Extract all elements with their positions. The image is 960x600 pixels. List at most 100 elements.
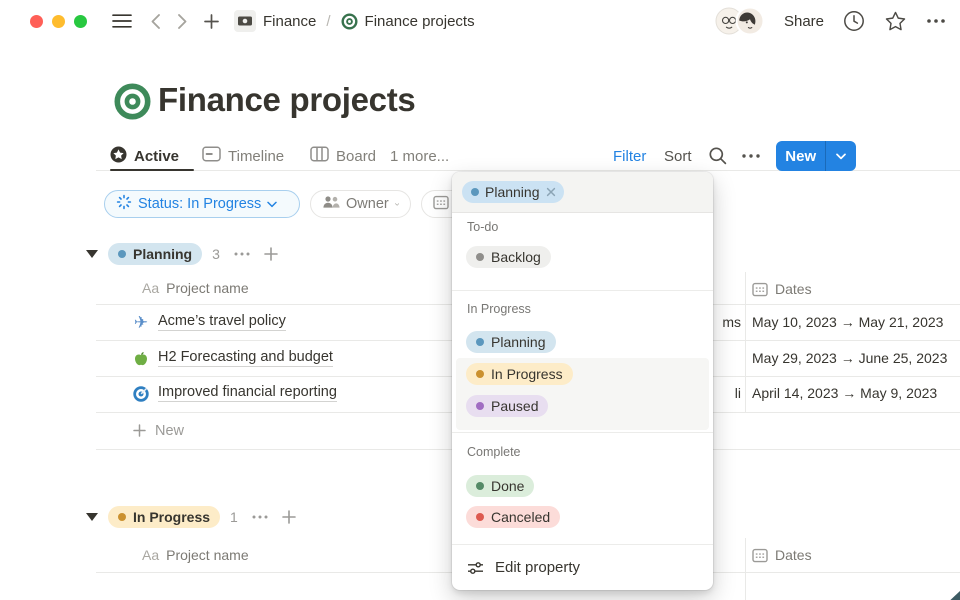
sidebar-toggle-icon[interactable] [112, 13, 132, 29]
group-add-icon[interactable] [282, 510, 296, 524]
remove-chip-icon[interactable] [546, 187, 556, 197]
option-canceled[interactable]: Canceled [466, 506, 560, 528]
tab-label: 1 more... [390, 148, 449, 165]
column-header-name[interactable]: Project name [166, 280, 248, 296]
section-label-todo: To-do [467, 220, 498, 234]
search-icon[interactable] [708, 141, 728, 171]
tab-label: Active [134, 148, 179, 165]
more-options-icon[interactable] [926, 18, 946, 24]
status-filter-label: Status: In Progress [138, 196, 261, 212]
tab-timeline-view[interactable]: Timeline [202, 141, 284, 171]
new-button-dropdown[interactable] [825, 141, 856, 171]
selected-status-chip[interactable]: Planning [462, 181, 564, 203]
group-status-tag[interactable]: In Progress [108, 506, 220, 528]
dates-cell[interactable]: May 29, 2023 → June 25, 2023 [752, 350, 947, 366]
group-count: 1 [230, 509, 238, 525]
option-done[interactable]: Done [466, 475, 534, 497]
sliders-icon [467, 561, 484, 575]
group-status-tag[interactable]: Planning [108, 243, 202, 265]
calendar-icon [752, 548, 768, 563]
green-apple-icon [132, 350, 150, 368]
collaborator-avatars[interactable] [715, 7, 765, 35]
active-tab-underline [110, 169, 194, 171]
owner-filter-label: Owner [346, 196, 389, 212]
menu-divider [452, 432, 713, 433]
window-close-button[interactable] [30, 15, 43, 28]
project-name-link[interactable]: Acme’s travel policy [158, 313, 286, 331]
edit-property-label: Edit property [495, 559, 580, 576]
breadcrumb-separator: / [326, 13, 330, 30]
target-icon [132, 385, 150, 403]
tab-board-view[interactable]: Board [310, 141, 376, 171]
new-button[interactable]: New [776, 141, 825, 171]
status-dot [118, 513, 126, 521]
corner-illustration [948, 591, 960, 600]
collapse-triangle-icon[interactable] [86, 513, 98, 521]
status-filter-pill[interactable]: Status: In Progress [104, 190, 300, 218]
topbar: Finance / Finance projects Share [0, 0, 960, 42]
option-paused[interactable]: Paused [466, 395, 548, 417]
status-dot [476, 482, 484, 490]
group-more-icon[interactable] [252, 515, 268, 519]
sort-button[interactable]: Sort [664, 141, 692, 171]
chevron-down-icon [395, 201, 399, 208]
column-header-dates[interactable]: Dates [752, 547, 812, 563]
window-zoom-button[interactable] [74, 15, 87, 28]
breadcrumb-current[interactable]: Finance projects [365, 13, 475, 30]
page-title-icon[interactable] [114, 83, 151, 125]
calendar-icon [752, 282, 768, 297]
status-dot [471, 188, 479, 196]
section-label-complete: Complete [467, 445, 521, 459]
filter-button[interactable]: Filter [613, 141, 646, 171]
app-window: Finance / Finance projects Share [0, 0, 960, 600]
board-icon [310, 146, 329, 166]
option-backlog[interactable]: Backlog [466, 246, 551, 268]
favorite-star-icon[interactable] [884, 10, 907, 32]
window-minimize-button[interactable] [52, 15, 65, 28]
column-divider [745, 538, 746, 600]
status-burst-icon [116, 194, 132, 214]
updates-clock-icon[interactable] [843, 10, 865, 32]
page-title: Finance projects [158, 81, 415, 119]
timeline-icon [202, 146, 221, 166]
collapse-triangle-icon[interactable] [86, 250, 98, 258]
column-header-dates[interactable]: Dates [752, 281, 812, 297]
status-dot [476, 338, 484, 346]
nav-forward-icon[interactable] [177, 13, 188, 30]
tab-more-views[interactable]: 1 more... [390, 141, 449, 171]
star-circle-icon [110, 146, 127, 167]
status-dot [476, 253, 484, 261]
tab-active-view[interactable]: Active [110, 141, 179, 171]
chevron-down-icon [267, 201, 277, 208]
option-in-progress[interactable]: In Progress [466, 363, 573, 385]
calendar-icon [433, 195, 449, 214]
share-button[interactable]: Share [784, 13, 824, 30]
nav-back-icon[interactable] [150, 13, 161, 30]
group-header-planning: Planning 3 [86, 240, 278, 268]
project-name-link[interactable]: Improved financial reporting [158, 384, 337, 402]
new-row-label: New [155, 423, 184, 439]
dates-cell[interactable]: April 14, 2023 → May 9, 2023 [752, 385, 937, 401]
view-options-icon[interactable] [741, 141, 761, 171]
dates-cell[interactable]: May 10, 2023 → May 21, 2023 [752, 314, 943, 330]
section-label-in-progress: In Progress [467, 302, 531, 316]
group-count: 3 [212, 246, 220, 262]
new-page-icon[interactable] [204, 14, 219, 29]
owner-filter-pill[interactable]: Owner [310, 190, 411, 218]
status-dot [118, 250, 126, 258]
group-more-icon[interactable] [234, 252, 250, 256]
tab-label: Timeline [228, 148, 284, 165]
edit-property-button[interactable]: Edit property [452, 545, 713, 590]
project-name-link[interactable]: H2 Forecasting and budget [158, 349, 333, 367]
group-add-icon[interactable] [264, 247, 278, 261]
column-header-name[interactable]: Project name [166, 547, 248, 563]
column-divider [745, 272, 746, 412]
bullseye-icon [341, 13, 358, 30]
option-planning[interactable]: Planning [466, 331, 556, 353]
tab-label: Board [336, 148, 376, 165]
finance-page-icon[interactable] [234, 10, 256, 32]
status-dot [476, 513, 484, 521]
status-filter-menu: Planning To-do Backlog In Progress Plann… [452, 172, 713, 590]
breadcrumb-workspace[interactable]: Finance [263, 13, 316, 30]
group-header-in-progress: In Progress 1 [86, 503, 296, 531]
